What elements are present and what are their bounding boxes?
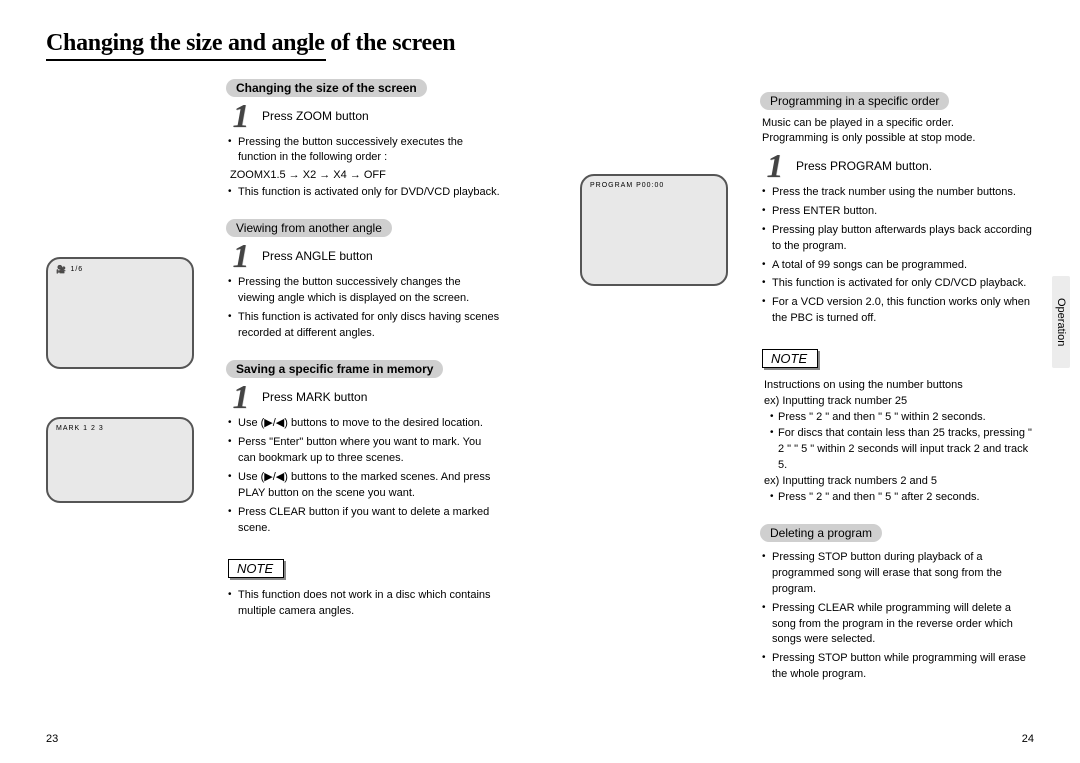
mark-bullet-4: Press CLEAR button if you want to delete…	[228, 505, 500, 537]
program-section: Programming in a specific order Music ca…	[762, 88, 1034, 327]
program-screen: PROGRAM P00:00	[580, 174, 728, 286]
angle-bullet-2: This function is activated for only disc…	[228, 310, 500, 342]
program-step-1: 1 Press PROGRAM button.	[762, 153, 1034, 181]
angle-screen-label: 1/6	[70, 266, 83, 273]
program-heading: Programming in a specific order	[760, 92, 949, 110]
note-right-ex1a: Press " 2 " and then " 5 " within 2 seco…	[762, 410, 1034, 426]
program-step-text: Press PROGRAM button.	[796, 153, 932, 181]
zoom-bullets-2: This function is activated only for DVD/…	[228, 185, 500, 201]
page-title: Changing the size and angle of the scree…	[46, 30, 500, 57]
step-number-1-icon: 1	[228, 384, 254, 412]
delete-bullet-1: Pressing STOP button during playback of …	[762, 550, 1034, 598]
angle-bullet-1: Pressing the button successively changes…	[228, 275, 500, 307]
left-content: 🎥 1/6 MARK 1 2 3 Changing the size of th…	[46, 75, 500, 623]
program-intro-2: Programming is only possible at stop mod…	[762, 132, 975, 144]
angle-bullets: Pressing the button successively changes…	[228, 275, 500, 342]
zoom-section: Changing the size of the screen 1 Press …	[228, 75, 500, 202]
program-bullet-2: Press ENTER button.	[762, 204, 1034, 220]
mark-bullets: Use (▶/◀) buttons to move to the desired…	[228, 416, 500, 537]
program-intro: Music can be played in a specific order.…	[762, 116, 1034, 147]
note-right-ex1b: For discs that contain less than 25 trac…	[762, 426, 1034, 474]
program-screen-label: PROGRAM P00:00	[590, 182, 664, 189]
camera-icon: 🎥	[56, 265, 66, 274]
angle-step-text: Press ANGLE button	[262, 243, 373, 271]
left-text-column: Changing the size of the screen 1 Press …	[228, 75, 500, 623]
note-right-ex2a: Press " 2 " and then " 5 " after 2 secon…	[762, 490, 1034, 506]
mark-step-text: Press MARK button	[262, 384, 367, 412]
mark-bullet-2: Perss "Enter" button where you want to m…	[228, 435, 500, 467]
right-text-column: Programming in a specific order Music ca…	[762, 88, 1034, 697]
angle-screen: 🎥 1/6	[46, 257, 194, 369]
manual-spread: Changing the size and angle of the scree…	[0, 0, 1080, 763]
note-right-body: Instructions on using the number buttons…	[762, 378, 1034, 506]
note-left-bullets: This function does not work in a disc wh…	[228, 588, 500, 620]
delete-bullet-3: Pressing STOP button while programming w…	[762, 651, 1034, 683]
program-screen-overlay: PROGRAM P00:00	[590, 182, 664, 189]
delete-bullets: Pressing STOP button during playback of …	[762, 550, 1034, 684]
title-underline	[46, 59, 326, 61]
page-number-left: 23	[46, 733, 58, 745]
delete-section: Deleting a program Pressing STOP button …	[762, 520, 1034, 684]
page-number-right: 24	[1022, 733, 1034, 745]
delete-heading: Deleting a program	[760, 524, 882, 542]
program-bullets: Press the track number using the number …	[762, 185, 1034, 328]
zoom-bullet-1: Pressing the button successively execute…	[228, 135, 500, 167]
left-screenshots-column: 🎥 1/6 MARK 1 2 3	[46, 75, 216, 623]
mark-bullet-3: Use (▶/◀) buttons to the marked scenes. …	[228, 470, 500, 502]
zoom-bullets: Pressing the button successively execute…	[228, 135, 500, 167]
note-right-ex2: ex) Inputting track numbers 2 and 5	[762, 474, 1034, 490]
program-bullet-5: This function is activated for only CD/V…	[762, 276, 1034, 292]
step-number-1-icon: 1	[762, 153, 788, 181]
program-bullet-3: Pressing play button afterwards plays ba…	[762, 223, 1034, 255]
angle-section: Viewing from another angle 1 Press ANGLE…	[228, 215, 500, 342]
note-right-ex1: ex) Inputting track number 25	[762, 394, 1034, 410]
zoom-bullet-2: This function is activated only for DVD/…	[228, 185, 500, 201]
mark-heading: Saving a specific frame in memory	[226, 360, 443, 378]
angle-screen-overlay: 🎥 1/6	[56, 265, 83, 274]
note-left-bullet-1: This function does not work in a disc wh…	[228, 588, 500, 620]
mark-screen-overlay: MARK 1 2 3	[56, 425, 104, 432]
page-left: Changing the size and angle of the scree…	[0, 0, 540, 763]
mark-section: Saving a specific frame in memory 1 Pres…	[228, 356, 500, 537]
page-right: PROGRAM P00:00 Programming in a specific…	[540, 0, 1080, 763]
note-right-label: NOTE	[762, 349, 818, 368]
program-intro-1: Music can be played in a specific order.	[762, 117, 954, 129]
step-number-1-icon: 1	[228, 243, 254, 271]
mark-screen-label: MARK 1 2 3	[56, 425, 104, 432]
zoom-sequence: ZOOMX1.5 → X2 → X4 → OFF	[230, 169, 500, 181]
note-left-section: NOTE This function does not work in a di…	[228, 551, 500, 620]
mark-bullet-1: Use (▶/◀) buttons to move to the desired…	[228, 416, 500, 432]
zoom-heading: Changing the size of the screen	[226, 79, 427, 97]
step-number-1-icon: 1	[228, 103, 254, 131]
zoom-step-1: 1 Press ZOOM button	[228, 103, 500, 131]
mark-step-1: 1 Press MARK button	[228, 384, 500, 412]
note-right-section: NOTE Instructions on using the number bu…	[762, 341, 1034, 506]
program-bullet-1: Press the track number using the number …	[762, 185, 1034, 201]
section-tab: Operation	[1052, 276, 1070, 368]
delete-bullet-2: Pressing CLEAR while programming will de…	[762, 601, 1034, 649]
program-bullet-6: For a VCD version 2.0, this function wor…	[762, 295, 1034, 327]
right-content: PROGRAM P00:00 Programming in a specific…	[580, 88, 1034, 697]
mark-screen: MARK 1 2 3	[46, 417, 194, 503]
angle-heading: Viewing from another angle	[226, 219, 392, 237]
right-screenshots-column: PROGRAM P00:00	[580, 88, 750, 697]
program-bullet-4: A total of 99 songs can be programmed.	[762, 258, 1034, 274]
zoom-step-text: Press ZOOM button	[262, 103, 369, 131]
angle-step-1: 1 Press ANGLE button	[228, 243, 500, 271]
note-label: NOTE	[228, 559, 284, 578]
note-right-intro: Instructions on using the number buttons	[762, 378, 1034, 394]
